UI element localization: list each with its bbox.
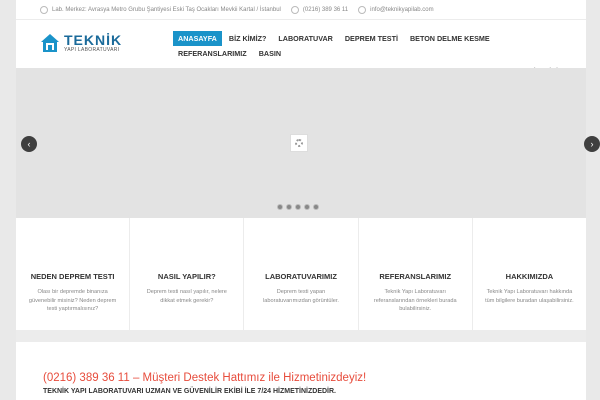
- support-callout: (0216) 389 36 11 – Müşteri Destek Hattım…: [16, 342, 586, 400]
- email-icon: [358, 5, 367, 14]
- feature-box-how[interactable]: NASIL YAPILIR? Deprem testi nasıl yapılı…: [130, 218, 245, 330]
- feature-text: Teknik Yapı Laboratuvarı referanslarında…: [373, 289, 457, 313]
- nav-item-references[interactable]: REFERANSLARIMIZ: [173, 46, 252, 61]
- nav-item-home[interactable]: ANASAYFA: [173, 31, 222, 46]
- slider-dot[interactable]: [304, 204, 310, 210]
- slider-dot[interactable]: [295, 204, 301, 210]
- section-divider: [16, 330, 586, 342]
- feature-box-laboratory[interactable]: LABORATUVARIMIZ Deprem testi yapan labor…: [244, 218, 359, 330]
- nav-item-concrete-drilling[interactable]: BETON DELME KESME: [405, 31, 495, 46]
- hero-slider: ‹ ›: [16, 68, 600, 218]
- logo-title: TEKNİK: [64, 32, 123, 48]
- slider-prev-button[interactable]: ‹: [21, 136, 37, 152]
- logo-subtitle: YAPI LABORATUVARI: [64, 47, 120, 53]
- feature-box-references[interactable]: REFERANSLARIMIZ Teknik Yapı Laboratuvarı…: [359, 218, 473, 330]
- feature-boxes: NEDEN DEPREM TESTI Olası bir depremde bi…: [16, 218, 586, 330]
- feature-title[interactable]: NEDEN DEPREM TESTI: [16, 272, 129, 281]
- address-item: Lab. Merkez: Avrasya Metro Grubu Şantiye…: [40, 5, 281, 14]
- feature-box-why-test[interactable]: NEDEN DEPREM TESTI Olası bir depremde bi…: [16, 218, 131, 330]
- slider-dot[interactable]: [286, 204, 292, 210]
- chevron-right-icon: ›: [590, 139, 594, 149]
- nav-item-earthquake-test[interactable]: DEPREM TESTİ: [340, 31, 403, 46]
- phone-item[interactable]: (0216) 389 36 11: [290, 5, 348, 14]
- email-item[interactable]: info@teknikyapilab.com: [358, 5, 434, 14]
- support-hotline-title: (0216) 389 36 11 – Müşteri Destek Hattım…: [43, 372, 367, 384]
- feature-text: Deprem testi yapan laboratuvarımızdan gö…: [263, 289, 339, 304]
- site-logo[interactable]: TEKNİK YAPI LABORATUVARI: [40, 32, 122, 54]
- nav-item-press[interactable]: BASIN: [254, 46, 286, 61]
- feature-text: Deprem testi nasıl yapılır, nelere dikka…: [146, 289, 227, 304]
- feature-title[interactable]: HAKKIMIZDA: [473, 272, 586, 281]
- location-icon: [40, 5, 48, 14]
- slider-pagination: [277, 204, 319, 210]
- feature-title[interactable]: REFERANSLARIMIZ: [359, 272, 472, 281]
- email-link[interactable]: info@teknikyapilab.com: [370, 7, 433, 13]
- slider-next-button[interactable]: ›: [584, 136, 600, 152]
- top-info-bar: Lab. Merkez: Avrasya Metro Grubu Şantiye…: [16, 0, 586, 20]
- slider-dot[interactable]: [277, 204, 283, 210]
- loading-spinner-icon: [290, 134, 308, 152]
- phone-icon: [290, 5, 299, 14]
- feature-title[interactable]: NASIL YAPILIR?: [130, 272, 243, 281]
- phone-text[interactable]: (0216) 389 36 11: [303, 7, 348, 13]
- address-text: Lab. Merkez: Avrasya Metro Grubu Şantiye…: [52, 6, 281, 13]
- nav-item-about[interactable]: BİZ KİMİZ?: [224, 31, 272, 46]
- site-header: TEKNİK YAPI LABORATUVARI ANASAYFA BİZ Kİ…: [16, 20, 586, 76]
- slider-dot[interactable]: [313, 204, 319, 210]
- feature-title[interactable]: LABORATUVARIMIZ: [244, 272, 357, 281]
- page-background-right: [586, 0, 600, 400]
- feature-text: Olası bir depremde binanıza güvenebilir …: [28, 289, 117, 313]
- support-subtitle: TEKNİK YAPI LABORATUVARI UZMAN VE GÜVENİ…: [43, 388, 336, 395]
- page-background-left: [0, 0, 16, 400]
- chevron-left-icon: ‹: [27, 139, 31, 149]
- feature-text: Teknik Yapı Laboratuvarı hakkında tüm bi…: [485, 289, 574, 304]
- nav-item-laboratory[interactable]: LABORATUVAR: [273, 31, 337, 46]
- feature-box-about[interactable]: HAKKIMIZDA Teknik Yapı Laboratuvarı hakk…: [473, 218, 586, 330]
- logo-house-icon: [40, 32, 60, 54]
